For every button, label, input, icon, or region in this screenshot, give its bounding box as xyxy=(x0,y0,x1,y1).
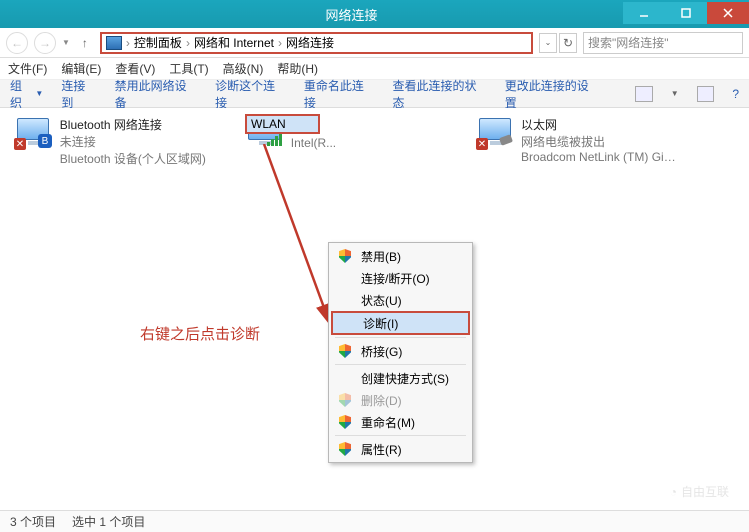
context-menu: 禁用(B) 连接/断开(O) 状态(U) 诊断(I) 桥接(G) 创建快捷方式(… xyxy=(328,242,473,463)
back-button[interactable]: ← xyxy=(6,32,28,54)
shield-icon xyxy=(339,415,351,429)
status-button[interactable]: 查看此连接的状态 xyxy=(393,77,487,111)
refresh-button[interactable]: ↻ xyxy=(559,33,577,53)
adapter-device: Broadcom NetLink (TM) Giga... xyxy=(521,150,681,164)
forward-button[interactable]: → xyxy=(34,32,56,54)
ctx-diagnose[interactable]: 诊断(I) xyxy=(331,311,470,335)
menu-file[interactable]: 文件(F) xyxy=(8,60,47,77)
disable-device-button[interactable]: 禁用此网络设备 xyxy=(115,77,197,111)
rename-button[interactable]: 重命名此连接 xyxy=(304,77,375,111)
bluetooth-adapter-icon: ✕ B xyxy=(14,116,54,152)
minimize-button[interactable] xyxy=(623,2,665,24)
item-count: 3 个项目 xyxy=(10,513,56,530)
close-button[interactable] xyxy=(707,2,749,24)
breadcrumb[interactable]: › 控制面板 › 网络和 Internet › 网络连接 xyxy=(100,32,533,54)
up-button[interactable]: ↑ xyxy=(76,34,94,52)
window-controls xyxy=(623,5,749,24)
ctx-bridge[interactable]: 桥接(G) xyxy=(331,340,470,362)
diagnose-button[interactable]: 诊断这个连接 xyxy=(215,77,286,111)
adapter-status: 网络电缆被拔出 xyxy=(521,133,681,150)
menu-separator xyxy=(335,337,466,338)
disconnected-overlay-icon: ✕ xyxy=(476,138,488,150)
ctx-delete[interactable]: 删除(D) xyxy=(331,389,470,411)
adapter-wlan[interactable]: WLAN Intel(R... xyxy=(245,116,450,167)
ctx-rename[interactable]: 重命名(M) xyxy=(331,411,470,433)
shield-icon xyxy=(339,249,351,263)
search-input[interactable]: 搜索"网络连接" xyxy=(583,32,743,54)
menu-bar: 文件(F) 编辑(E) 查看(V) 工具(T) 高级(N) 帮助(H) xyxy=(0,58,749,80)
view-dropdown[interactable]: ▼ xyxy=(671,89,679,98)
preview-pane-icon[interactable] xyxy=(697,86,715,102)
annotation-text: 右键之后点击诊断 xyxy=(140,323,260,344)
menu-view[interactable]: 查看(V) xyxy=(115,60,155,77)
address-bar: ← → ▼ ↑ › 控制面板 › 网络和 Internet › 网络连接 ⌄ ↻… xyxy=(0,28,749,58)
toolbar: 组织▼ 连接到 禁用此网络设备 诊断这个连接 重命名此连接 查看此连接的状态 更… xyxy=(0,80,749,108)
breadcrumb-item[interactable]: 网络和 Internet xyxy=(194,34,274,51)
organize-button[interactable]: 组织▼ xyxy=(10,77,43,111)
search-placeholder: 搜索"网络连接" xyxy=(588,34,669,51)
bluetooth-icon: B xyxy=(38,134,52,148)
ctx-connect-disconnect[interactable]: 连接/断开(O) xyxy=(331,267,470,289)
content-area: ✕ B Bluetooth 网络连接 未连接 Bluetooth 设备(个人区域… xyxy=(0,108,749,508)
adapter-name: 以太网 xyxy=(521,116,681,133)
chevron-right-icon: › xyxy=(186,36,190,50)
shield-icon xyxy=(339,344,351,358)
ctx-disable[interactable]: 禁用(B) xyxy=(331,245,470,267)
shield-icon xyxy=(339,393,351,407)
menu-edit[interactable]: 编辑(E) xyxy=(61,60,101,77)
chevron-right-icon: › xyxy=(278,36,282,50)
folder-icon xyxy=(106,36,122,50)
adapter-device: Bluetooth 设备(个人区域网) xyxy=(60,150,219,167)
adapter-status: 未连接 xyxy=(60,133,219,150)
adapter-name: Bluetooth 网络连接 xyxy=(60,116,219,133)
menu-tools[interactable]: 工具(T) xyxy=(169,60,208,77)
window-title: 网络连接 xyxy=(80,5,623,24)
watermark: ◔ 自由互联 xyxy=(670,483,729,500)
menu-separator xyxy=(335,364,466,365)
ctx-status[interactable]: 状态(U) xyxy=(331,289,470,311)
address-dropdown[interactable]: ⌄ xyxy=(539,33,557,53)
ctx-properties[interactable]: 属性(R) xyxy=(331,438,470,460)
disconnected-overlay-icon: ✕ xyxy=(14,138,26,150)
adapter-bluetooth[interactable]: ✕ B Bluetooth 网络连接 未连接 Bluetooth 设备(个人区域… xyxy=(14,116,219,167)
ethernet-adapter-icon: ✕ xyxy=(476,116,515,152)
logo-icon: ◔ xyxy=(670,485,677,499)
change-settings-button[interactable]: 更改此连接的设置 xyxy=(505,77,599,111)
menu-advanced[interactable]: 高级(N) xyxy=(223,60,264,77)
ctx-shortcut[interactable]: 创建快捷方式(S) xyxy=(331,367,470,389)
maximize-button[interactable] xyxy=(665,2,707,24)
wifi-signal-icon xyxy=(267,134,283,146)
adapter-name-selected: WLAN xyxy=(245,114,320,134)
menu-separator xyxy=(335,435,466,436)
view-options-icon[interactable] xyxy=(635,86,653,102)
menu-help[interactable]: 帮助(H) xyxy=(277,60,318,77)
status-bar: 3 个项目 选中 1 个项目 xyxy=(0,510,749,532)
history-dropdown[interactable]: ▼ xyxy=(62,38,70,47)
shield-icon xyxy=(339,442,351,456)
connect-button[interactable]: 连接到 xyxy=(61,77,96,111)
adapter-device: Intel(R... xyxy=(291,136,450,150)
adapter-ethernet[interactable]: ✕ 以太网 网络电缆被拔出 Broadcom NetLink (TM) Giga… xyxy=(476,116,681,167)
breadcrumb-item[interactable]: 网络连接 xyxy=(286,34,334,51)
selected-count: 选中 1 个项目 xyxy=(72,513,145,530)
help-icon[interactable]: ? xyxy=(732,87,739,101)
breadcrumb-item[interactable]: 控制面板 xyxy=(134,34,182,51)
titlebar: 网络连接 xyxy=(0,0,749,28)
chevron-right-icon: › xyxy=(126,36,130,50)
